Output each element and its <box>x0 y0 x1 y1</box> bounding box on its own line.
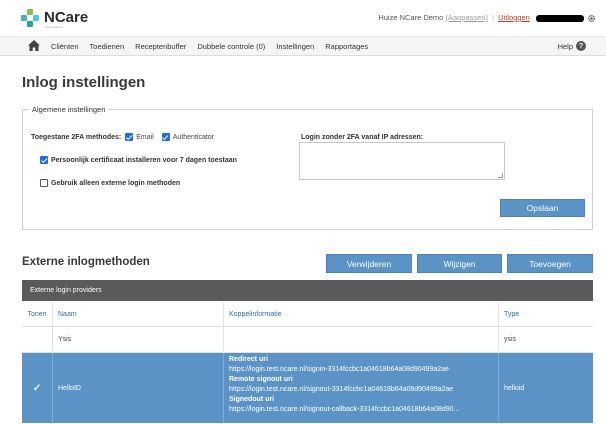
twofa-methods-row: Toegestane 2FA methodes: Email Authentic… <box>31 133 222 141</box>
help-button[interactable]: Help ? <box>558 41 586 51</box>
certificate-checkbox[interactable] <box>40 156 48 164</box>
delete-button[interactable]: Verwijderen <box>326 254 412 273</box>
info-value: https://login.test.ncare.nl/signout-3314… <box>229 386 454 393</box>
external-only-checkbox[interactable] <box>40 179 48 187</box>
nav-item-clienten[interactable]: Cliënten <box>51 42 79 51</box>
column-header-naam[interactable]: Naam <box>53 302 224 326</box>
info-label: Signedout uri <box>229 396 275 403</box>
email-option-label: Email <box>136 133 154 141</box>
change-user-link[interactable]: (Aanpassen) <box>445 13 488 22</box>
table-header-row: Tonen Naam Koppelinformatie Type <box>22 302 593 327</box>
help-icon: ? <box>576 41 586 51</box>
nav-item-dubbele-controle[interactable]: Dubbele controle (0) <box>197 42 265 51</box>
twofa-label: Toegestane 2FA methodes: <box>31 133 122 141</box>
nav-item-receptenbuffer[interactable]: Receptenbuffer <box>135 42 186 51</box>
info-value: https://login.test.ncare.nl/signout-call… <box>229 406 460 413</box>
column-header-type[interactable]: Type <box>499 302 583 326</box>
external-only-label: Gebruik alleen externe login methoden <box>51 179 181 187</box>
email-checkbox[interactable] <box>125 133 134 141</box>
providers-table: Tonen Naam Koppelinformatie Type Ysis ys… <box>22 302 593 423</box>
nav-item-toedienen[interactable]: Toedienen <box>90 42 125 51</box>
nav-item-instellingen[interactable]: Instellingen <box>276 42 314 51</box>
external-methods-title: Externe inlogmethoden <box>22 256 150 268</box>
ncare-logo-icon <box>21 9 39 27</box>
certificate-label: Persoonlijk certificaat installeren voor… <box>51 156 237 164</box>
nav-items: Cliënten Toedienen Receptenbuffer Dubbel… <box>51 42 379 51</box>
general-settings-panel: Algemene instellingen Toegestane 2FA met… <box>22 105 593 230</box>
nav-item-rapportages[interactable]: Rapportages <box>325 42 368 51</box>
info-label: Remote signout uri <box>229 376 293 383</box>
table-row-selected[interactable]: ✓ HelloID Redirect uri https://login.tes… <box>22 353 593 423</box>
home-icon[interactable] <box>28 40 40 51</box>
ip-addresses-textarea[interactable] <box>299 142 505 180</box>
cell-info: Redirect uri https://login.test.ncare.nl… <box>224 353 499 423</box>
redacted-block <box>535 14 584 22</box>
logo-subtitle: Zorgsoftware <box>45 25 63 29</box>
save-button[interactable]: Opslaan <box>500 199 585 217</box>
providers-table-title: Externe login providers <box>22 280 593 301</box>
cell-type: helloid <box>504 384 525 392</box>
column-header-tonen[interactable]: Tonen <box>22 302 53 326</box>
authenticator-option-label: Authenticator <box>172 133 215 141</box>
info-value: https://login.test.ncare.nl/signin-3314f… <box>229 366 449 373</box>
panel-legend: Algemene instellingen <box>29 105 109 114</box>
main-nav: Cliënten Toedienen Receptenbuffer Dubbel… <box>0 36 606 56</box>
resize-handle-icon[interactable] <box>498 173 503 178</box>
edit-button[interactable]: Wijzigen <box>417 254 502 273</box>
gear-icon[interactable] <box>587 14 596 23</box>
info-label: Redirect uri <box>229 356 268 363</box>
logo-text: NCare <box>44 9 89 26</box>
ip-addresses-label: Login zonder 2FA vanaf IP adressen: <box>301 134 424 141</box>
page-title: Inlog instellingen <box>22 74 146 91</box>
separator: | <box>492 13 495 22</box>
authenticator-checkbox[interactable] <box>161 133 170 141</box>
column-header-koppelinformatie[interactable]: Koppelinformatie <box>224 302 499 326</box>
user-area: Huize NCare Demo (Aanpassen) | Uitloggen <box>378 13 596 23</box>
check-icon: ✓ <box>32 382 42 394</box>
table-row[interactable]: Ysis ysis <box>22 327 593 353</box>
cell-name: HelloID <box>53 353 224 423</box>
cell-show <box>22 327 53 352</box>
cell-show: ✓ <box>22 353 53 423</box>
certificate-row: Persoonlijk certificaat installeren voor… <box>40 156 237 164</box>
cell-name: Ysis <box>53 327 224 352</box>
add-button[interactable]: Toevoegen <box>507 254 593 273</box>
user-name: Huize NCare Demo <box>378 13 444 22</box>
logout-link[interactable]: Uitloggen <box>498 13 530 22</box>
cell-type: ysis <box>504 336 517 343</box>
top-bar: NCare Zorgsoftware Huize NCare Demo (Aan… <box>0 0 606 36</box>
help-label: Help <box>557 41 573 51</box>
cell-info <box>224 327 499 352</box>
external-only-row: Gebruik alleen externe login methoden <box>40 179 180 187</box>
